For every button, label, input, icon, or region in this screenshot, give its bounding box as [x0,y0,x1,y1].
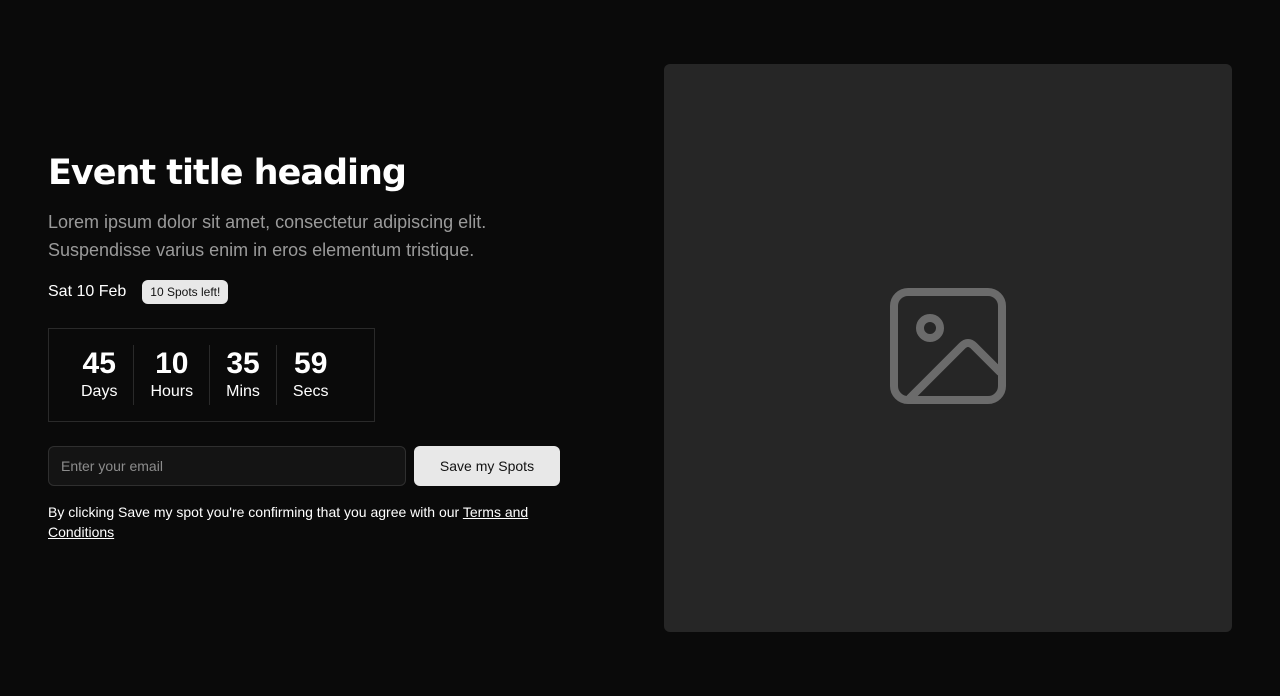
countdown-value: 10 [155,347,189,380]
event-info: Event title heading Lorem ipsum dolor si… [48,150,568,542]
image-placeholder-icon [890,287,1006,409]
event-image-placeholder [664,64,1232,632]
event-meta: Sat 10 Feb 10 Spots left! [48,280,568,304]
countdown-mins: 35 Mins [209,345,276,405]
countdown-value: 59 [294,347,328,380]
countdown-label: Mins [226,383,260,400]
countdown-value: 45 [82,347,116,380]
countdown-timer: 45 Days 10 Hours 35 Mins 59 Secs [48,328,375,422]
countdown-days: 45 Days [65,345,133,405]
countdown-label: Secs [292,383,329,400]
terms-prefix: By clicking Save my spot you're confirmi… [48,504,463,520]
countdown-secs: 59 Secs [275,345,345,405]
spots-badge: 10 Spots left! [142,280,229,304]
event-description: Lorem ipsum dolor sit amet, consectetur … [48,212,487,260]
countdown-hours: 10 Hours [133,345,209,405]
countdown-label: Days [81,383,118,400]
countdown-value: 35 [226,347,260,380]
event-hero: Event title heading Lorem ipsum dolor si… [0,0,1280,696]
save-spot-button[interactable]: Save my Spots [414,446,560,486]
countdown-label: Hours [150,383,194,400]
email-input[interactable] [48,446,406,486]
event-date: Sat 10 Feb [48,283,127,300]
terms-text: By clicking Save my spot you're confirmi… [48,502,560,542]
signup-form: Save my Spots [48,446,568,486]
event-title: Event title heading [48,153,407,193]
